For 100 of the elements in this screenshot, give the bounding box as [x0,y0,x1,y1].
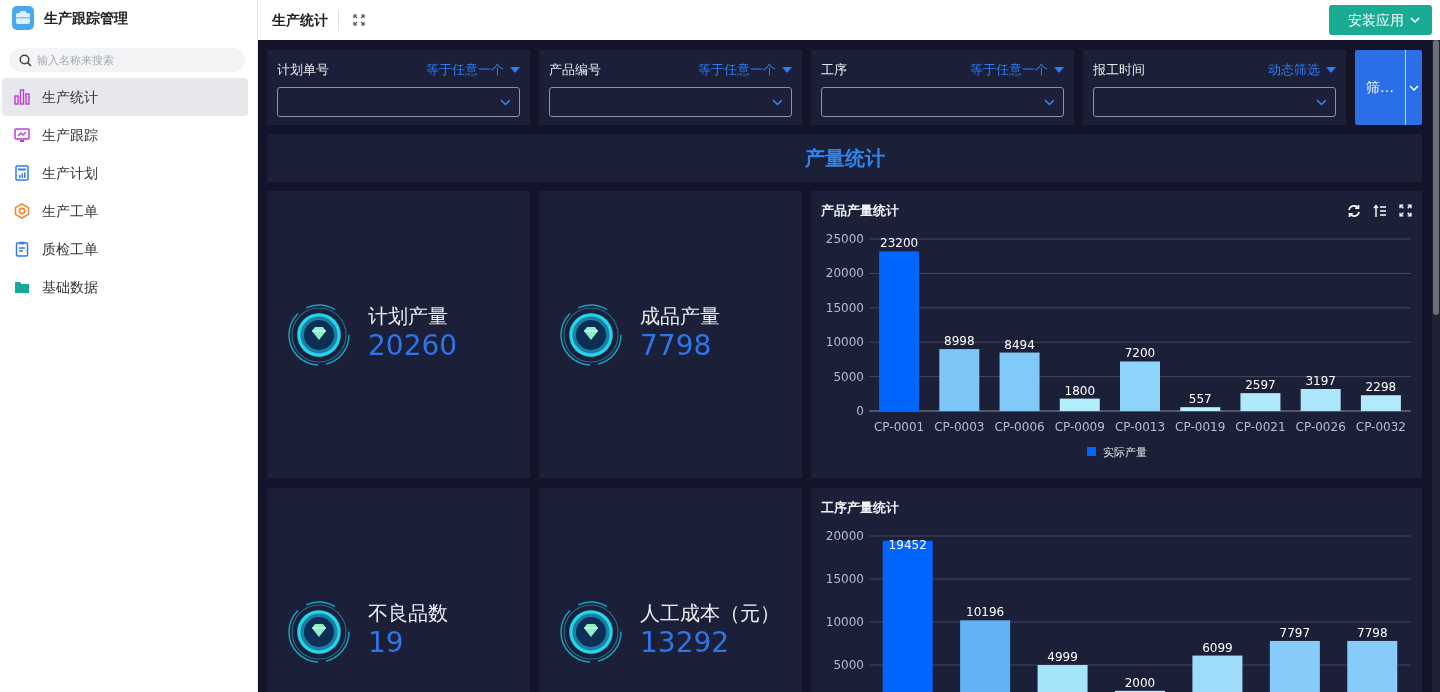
sort-icon[interactable] [1373,204,1387,218]
data-label: 3197 [1305,374,1336,388]
caret-down-icon [782,66,792,73]
axis-label: CP-0032 [1355,420,1406,434]
axis-label: 20000 [825,266,864,281]
bar [1269,640,1320,692]
axis-label: 5000 [833,658,864,672]
axis-label: 15000 [825,300,864,315]
clipboard-icon [14,241,30,257]
data-label: 6099 [1202,640,1233,655]
fullscreen-icon[interactable] [353,14,365,26]
data-label: 4999 [1047,650,1078,664]
axis-label: 15000 [825,572,864,586]
axis-label: CP-0019 [1175,420,1226,434]
filter-label: 报工时间 [1093,60,1145,79]
stat-value: 20260 [368,328,458,365]
chevron-down-icon [1044,98,1055,106]
bar [1180,407,1221,411]
operator-dropdown[interactable]: 等于任意一个 [426,59,520,80]
bar [1192,655,1243,692]
chevron-down-icon [1410,17,1420,23]
app-logo-icon [12,6,34,30]
bar [999,352,1040,411]
axis-label: CP-0009 [1054,420,1105,434]
data-label: 7200 [1124,346,1156,361]
hexagon-icon [14,203,30,219]
legend-label[interactable]: 实际产量 [1103,446,1147,459]
caret-down-icon [510,66,520,73]
select-field[interactable] [1093,87,1336,117]
filter-label: 工序 [821,60,847,79]
operator-dropdown[interactable]: 等于任意一个 [970,59,1064,80]
data-label: 10196 [966,605,1005,620]
sidebar-item[interactable]: 生产计划 [2,154,248,192]
data-label: 8494 [1004,337,1035,352]
bar-chart-icon [14,89,30,105]
bar [1120,361,1160,411]
filter-label: 产品编号 [549,60,601,79]
chart-title: 工序产量统计 [821,499,899,518]
data-label: 7797 [1279,625,1311,640]
axis-label: CP-0026 [1295,420,1346,434]
bar [1300,389,1341,411]
axis-label: CP-0013 [1114,420,1166,434]
sidebar-item[interactable]: 生产统计 [2,78,248,116]
folder-icon [14,279,30,295]
sidebar-item[interactable]: 基础数据 [2,268,248,306]
axis-label: CP-0006 [994,420,1045,434]
search-field[interactable]: 输入名称来搜索 [9,48,245,72]
chevron-down-icon [1409,84,1419,91]
monitor-icon [14,127,30,143]
caret-down-icon [1054,66,1064,73]
data-label: 557 [1188,392,1212,407]
axis-label: 0 [856,404,864,418]
sidebar-item[interactable]: 生产跟踪 [2,116,248,154]
data-label: 2298 [1365,380,1397,395]
data-label: 7798 [1357,625,1388,640]
axis-label: 10000 [825,615,864,629]
chevron-down-icon [500,98,511,106]
app-title: 生产跟踪管理 [44,8,128,28]
stat-label: 成品产量 [640,304,720,329]
bar [939,349,980,411]
select-field[interactable] [549,87,792,117]
bar [1240,393,1281,411]
bar [1037,665,1088,692]
data-label: 23200 [880,236,919,251]
select-field[interactable] [821,87,1064,117]
section-title: 产量统计 [804,145,885,172]
select-field[interactable] [277,87,520,117]
data-label: 2000 [1124,675,1156,690]
operator-dropdown[interactable]: 动态筛选 [1268,59,1336,80]
stat-value: 19 [368,625,405,662]
chart-title: 产品产量统计 [821,202,899,221]
sidebar-item[interactable]: 生产工单 [2,192,248,230]
scrollbar-thumb[interactable] [1433,40,1439,315]
chevron-down-icon [1316,98,1327,106]
axis-label: 5000 [833,369,864,384]
stat-label: 人工成本（元） [640,601,780,626]
stat-value: 7798 [640,328,713,365]
data-label: 8998 [944,334,975,349]
stat-label: 不良品数 [368,601,448,626]
axis-label: CP-0021 [1235,420,1286,434]
axis-label: 20000 [825,529,864,543]
caret-down-icon [1326,66,1336,73]
bar [1347,640,1398,692]
axis-label: CP-0001 [874,420,925,434]
axis-label: 10000 [825,335,864,350]
stat-value: 13292 [640,625,731,662]
data-label: 2597 [1245,378,1276,393]
page-title: 生产统计 [272,9,339,31]
chevron-down-icon [772,98,783,106]
data-label: 19452 [888,537,927,552]
scrollbar[interactable] [1432,40,1440,692]
data-label: 1800 [1064,383,1096,398]
operator-dropdown[interactable]: 等于任意一个 [698,59,792,80]
filter-label: 计划单号 [277,60,329,79]
stat-label: 计划产量 [368,304,449,329]
filter-button[interactable]: 筛… [1355,50,1422,125]
axis-label: CP-0003 [934,420,985,434]
bar [1059,398,1100,411]
sidebar-item[interactable]: 质检工单 [2,230,248,268]
refresh-icon[interactable] [1347,204,1361,218]
